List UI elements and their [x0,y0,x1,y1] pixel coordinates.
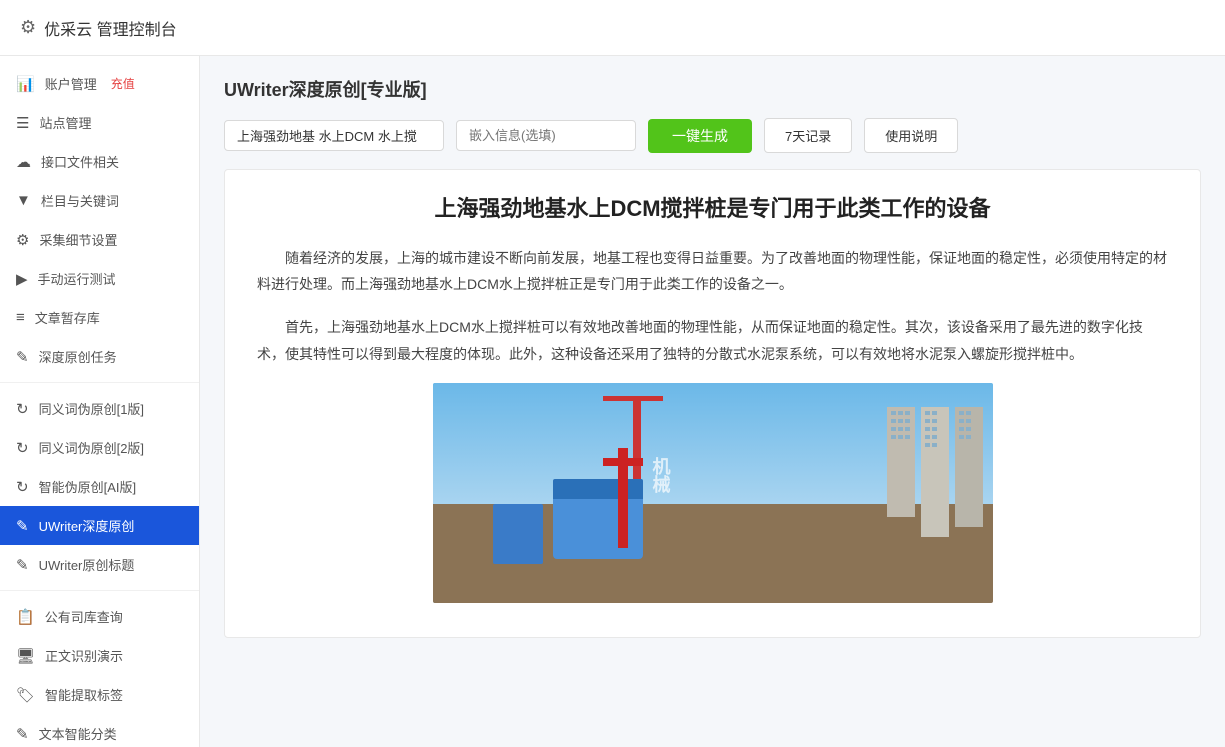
article-title: 上海强劲地基水上DCM搅拌桩是专门用于此类工作的设备 [257,194,1168,225]
page-title: UWriter深度原创[专业版] [224,76,1201,102]
sidebar-item-recognition[interactable]: 🖥 正文识别演示 [0,636,199,675]
monitor-icon: 🖥 [16,647,35,665]
sidebar-label-synonym2: 同义词伪原创[2版] [39,438,144,457]
toolbar: 一键生成 7天记录 使用说明 [224,118,1201,153]
refresh-icon-2: ↻ [16,439,29,457]
sidebar-item-smarttag[interactable]: 🏷 智能提取标签 [0,675,199,714]
article-image: 机械 [433,383,993,603]
building-2 [921,407,949,537]
sidebar-label-recognition: 正文识别演示 [45,646,123,665]
app-title: 优采云 管理控制台 [44,16,176,40]
sidebar-label-collection: 采集细节设置 [39,230,117,249]
header-title: ⚙ 优采云 管理控制台 [20,16,177,40]
sidebar-item-account[interactable]: 📊 账户管理 充值 [0,64,199,103]
sidebar-label-columns: 栏目与关键词 [41,191,119,210]
stack-icon: ≡ [16,309,25,326]
sidebar-label-synonym1: 同义词伪原创[1版] [39,399,144,418]
sidebar-label-interface: 接口文件相关 [41,152,119,171]
sidebar-label-uwriterdeep: UWriter深度原创 [39,516,135,535]
buildings-group [887,407,983,537]
sidebar-item-uwritertitle[interactable]: ✎ UWriter原创标题 [0,545,199,584]
edit-icon-3: ✎ [16,556,29,574]
building-1 [887,407,915,517]
sidebar-item-interface[interactable]: ☁ 接口文件相关 [0,142,199,181]
generate-button[interactable]: 一键生成 [648,119,752,153]
sidebar-divider-1 [0,382,199,383]
chart-icon: 📊 [16,75,35,93]
content-box: 上海强劲地基水上DCM搅拌桩是专门用于此类工作的设备 随着经济的发展，上海的城市… [224,169,1201,638]
article-paragraph-2: 首先，上海强劲地基水上DCM水上搅拌桩可以有效地改善地面的物理性能，从而保证地面… [257,314,1168,367]
sidebar-item-synonym2[interactable]: ↻ 同义词伪原创[2版] [0,428,199,467]
cloud-icon: ☁ [16,153,31,171]
refresh-icon-1: ↻ [16,400,29,418]
red-pole [618,448,628,548]
sidebar-label-manual: 手动运行测试 [38,269,116,288]
main-content: UWriter深度原创[专业版] 一键生成 7天记录 使用说明 上海强劲地基水上… [200,56,1225,747]
sidebar-label-site: 站点管理 [39,113,91,132]
sidebar-label-account: 账户管理 [45,74,97,93]
gear-icon: ⚙ [20,17,36,38]
sidebar-label-aifake: 智能伪原创[AI版] [39,477,137,496]
list-icon: ☰ [16,114,29,132]
settings-icon: ⚙ [16,231,29,249]
keyword-input[interactable] [224,120,444,151]
sidebar-divider-2 [0,590,199,591]
sidebar-item-collection[interactable]: ⚙ 采集细节设置 [0,220,199,259]
sidebar-item-textclass[interactable]: ✎ 文本智能分类 [0,714,199,747]
article-paragraph-1: 随着经济的发展，上海的城市建设不断向前发展，地基工程也变得日益重要。为了改善地面… [257,245,1168,298]
sidebar-item-aifake[interactable]: ↻ 智能伪原创[AI版] [0,467,199,506]
sidebar-label-textclass: 文本智能分类 [39,724,117,743]
sidebar: 📊 账户管理 充值 ☰ 站点管理 ☁ 接口文件相关 ▼ 栏目与关键词 ⚙ 采集细… [0,56,200,747]
recharge-badge[interactable]: 充值 [111,75,135,92]
sidebar-item-uwriterdeep[interactable]: ✎ UWriter深度原创 [0,506,199,545]
building-3 [955,407,983,527]
play-icon: ▶ [16,270,28,288]
sidebar-item-deeporiginal[interactable]: ✎ 深度原创任务 [0,337,199,376]
embed-input[interactable] [456,120,636,151]
header: ⚙ 优采云 管理控制台 [0,0,1225,56]
sidebar-label-uwritertitle: UWriter原创标题 [39,555,135,574]
equipment-text: 机械 [648,457,674,493]
layout: 📊 账户管理 充值 ☰ 站点管理 ☁ 接口文件相关 ▼ 栏目与关键词 ⚙ 采集细… [0,56,1225,747]
sidebar-item-draft[interactable]: ≡ 文章暂存库 [0,298,199,337]
clipboard-icon: 📋 [16,608,35,626]
refresh-icon-3: ↻ [16,478,29,496]
sidebar-item-site[interactable]: ☰ 站点管理 [0,103,199,142]
sidebar-label-company: 公有司库查询 [45,607,123,626]
equipment-main [553,479,643,559]
history-button[interactable]: 7天记录 [764,118,852,153]
filter-icon: ▼ [16,192,31,209]
sidebar-item-columns[interactable]: ▼ 栏目与关键词 [0,181,199,220]
sidebar-item-company[interactable]: 📋 公有司库查询 [0,597,199,636]
sidebar-label-smarttag: 智能提取标签 [45,685,123,704]
sidebar-label-deeporiginal: 深度原创任务 [39,347,117,366]
tag-icon: 🏷 [16,686,35,704]
text-icon: ✎ [16,725,29,743]
sidebar-item-manual[interactable]: ▶ 手动运行测试 [0,259,199,298]
edit-icon: ✎ [16,348,29,366]
equipment-secondary [493,504,543,564]
sidebar-item-synonym1[interactable]: ↻ 同义词伪原创[1版] [0,389,199,428]
help-button[interactable]: 使用说明 [864,118,958,153]
sidebar-label-draft: 文章暂存库 [35,308,100,327]
edit-icon-2: ✎ [16,517,29,535]
